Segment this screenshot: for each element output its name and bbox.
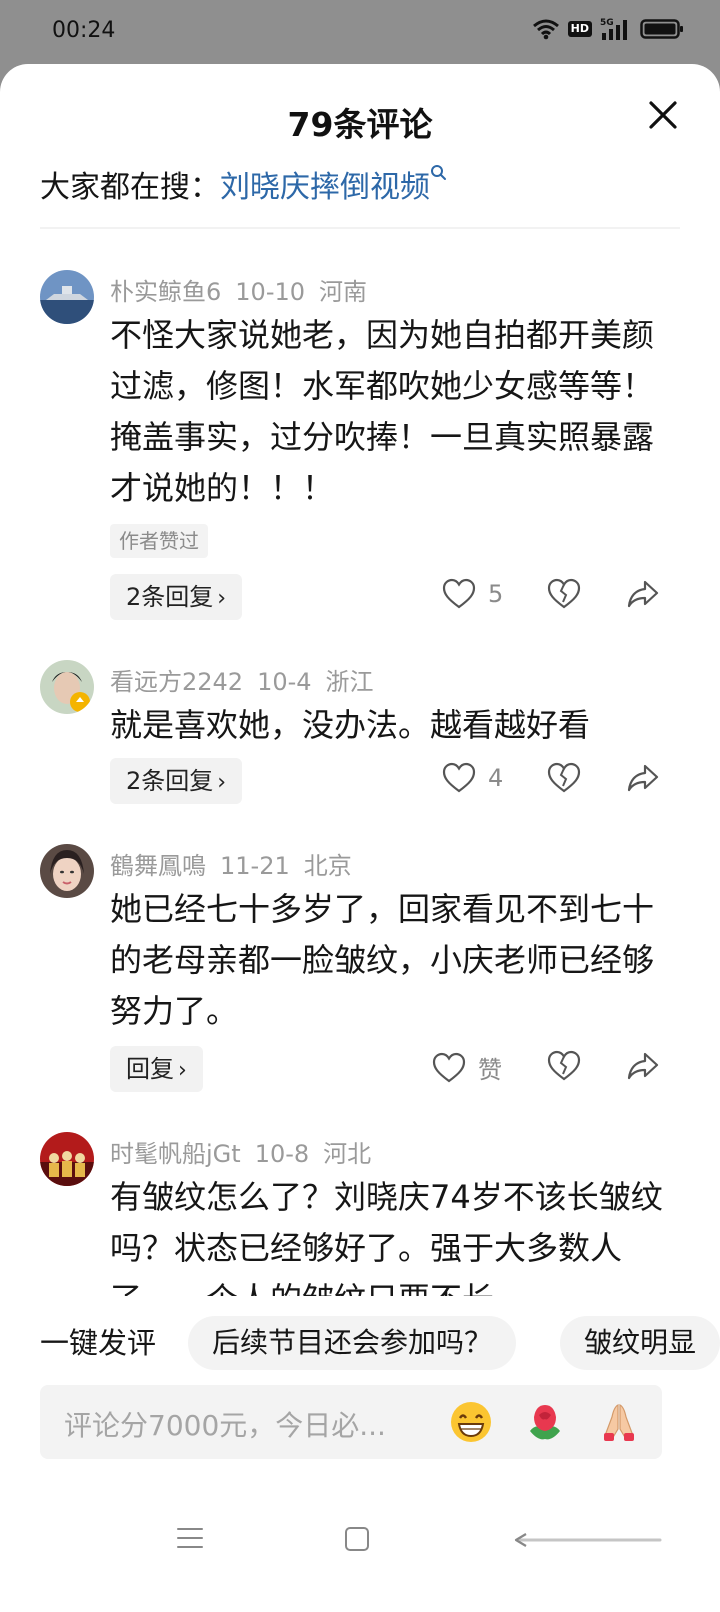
back-icon[interactable] — [512, 1530, 662, 1550]
status-time: 00:24 — [52, 18, 116, 43]
comment-username[interactable]: 朴实鲸鱼6 — [110, 278, 221, 306]
status-icons: HD 5G — [532, 17, 684, 41]
battery-icon — [640, 19, 683, 39]
search-suggestion-prefix: 大家都在搜： — [40, 170, 220, 205]
avatar[interactable] — [40, 660, 94, 714]
system-navigation-bar — [0, 1494, 720, 1612]
close-icon[interactable] — [646, 98, 680, 132]
comment-input-placeholder: 评论分7000元，今日必... — [64, 1409, 386, 1442]
like-count: 5 — [488, 580, 504, 608]
chevron-right-icon: › — [217, 586, 227, 611]
like-count: 4 — [488, 764, 504, 792]
search-suggestion-link[interactable]: 刘晓庆摔倒视频 — [220, 170, 430, 205]
comment-text: 有皱纹怎么了？刘晓庆74岁不该长皱纹吗？状态已经够好了。强于大多数人了，一个人的… — [110, 1178, 663, 1296]
comment-input[interactable]: 评论分7000元，今日必... — [40, 1385, 662, 1459]
wifi-icon — [532, 19, 559, 40]
heart-icon — [442, 578, 476, 609]
like-button[interactable]: 5 — [442, 578, 503, 610]
quick-comment-chip[interactable]: 皱纹明显 — [560, 1316, 720, 1370]
comment-location: 北京 — [303, 852, 352, 880]
hd-badge: HD — [567, 21, 592, 37]
comment-username[interactable]: 鶴舞鳳鳴 — [110, 852, 206, 880]
comment-date: 11-21 — [220, 852, 290, 880]
rose-emoji-icon[interactable] — [522, 1399, 568, 1445]
broken-heart-icon[interactable] — [547, 578, 581, 610]
author-liked-badge: 作者赞过 — [110, 524, 208, 558]
grin-emoji-icon[interactable] — [448, 1399, 494, 1445]
avatar[interactable] — [40, 270, 94, 324]
menu-icon[interactable] — [176, 1526, 204, 1550]
reply-label: 回复 — [126, 1055, 174, 1083]
comment-text: 就是喜欢她，没办法。越看越好看 — [110, 706, 591, 744]
comment-meta: 时髦帆船jGt 10-8 河北 — [110, 1134, 385, 1169]
share-icon[interactable] — [626, 578, 660, 610]
divider — [40, 227, 680, 229]
broken-heart-icon[interactable] — [547, 762, 581, 794]
comment-username[interactable]: 看远方2242 — [110, 668, 243, 696]
pray-emoji-icon[interactable] — [596, 1399, 642, 1445]
quick-comment-row: 一键发评 后续节目还会参加吗？ 皱纹明显 — [0, 1310, 720, 1372]
quick-comment-chip[interactable]: 后续节目还会参加吗？ — [188, 1316, 517, 1370]
like-button[interactable]: 4 — [442, 762, 503, 794]
avatar[interactable] — [40, 844, 94, 898]
comment-text: 不怪大家说她老，因为她自拍都开美颜过滤，修图！水军都吹她少女感等等！掩盖事实，过… — [110, 316, 655, 507]
comments-sheet: 79条评论 大家都在搜：刘晓庆摔倒视频 朴实鲸鱼6 10-10 河南 不怪大家说… — [0, 64, 720, 1612]
comment-list[interactable]: 朴实鲸鱼6 10-10 河南 不怪大家说她老，因为她自拍都开美颜过滤，修图！水军都吹… — [0, 264, 720, 1296]
comment-text: 她已经七十多岁了，回家看见不到七十的老母亲都一脸皱纹，小庆老师已经够努力了。 — [110, 890, 655, 1030]
comment-meta: 朴实鲸鱼6 10-10 河南 — [110, 272, 381, 307]
view-replies-button[interactable]: 2条回复 › — [110, 574, 243, 620]
home-icon[interactable] — [344, 1526, 370, 1552]
svg-text:5G: 5G — [600, 18, 614, 28]
comment-date: 10-4 — [257, 668, 312, 696]
reply-button[interactable]: 回复 › — [110, 1046, 203, 1092]
comment-username[interactable]: 时髦帆船jGt — [110, 1140, 241, 1168]
chevron-right-icon: › — [217, 770, 227, 795]
comment-date: 10-8 — [254, 1140, 310, 1168]
share-icon[interactable] — [626, 762, 660, 794]
status-bar: 00:24 HD 5G — [0, 0, 720, 64]
chevron-right-icon: › — [178, 1058, 187, 1083]
comment-location: 浙江 — [325, 668, 374, 696]
share-icon[interactable] — [626, 1050, 660, 1082]
search-icon[interactable] — [430, 164, 448, 182]
reply-label: 2条回复 — [126, 767, 214, 795]
avatar[interactable] — [40, 1132, 94, 1186]
comment-location: 河南 — [319, 278, 368, 306]
heart-icon — [442, 762, 476, 793]
search-suggestion: 大家都在搜：刘晓庆摔倒视频 — [40, 162, 448, 206]
like-count: 赞 — [478, 1056, 502, 1084]
heart-icon — [432, 1052, 466, 1082]
comment-date: 10-10 — [235, 278, 306, 306]
comment-meta: 看远方2242 10-4 浙江 — [110, 662, 388, 697]
quick-comment-label: 一键发评 — [40, 1326, 157, 1360]
signal-5g-icon: 5G — [600, 18, 627, 40]
comment-meta: 鶴舞鳳鳴 11-21 北京 — [110, 846, 366, 881]
broken-heart-icon[interactable] — [547, 1050, 581, 1082]
view-replies-button[interactable]: 2条回复 › — [110, 758, 243, 804]
like-button[interactable]: 赞 — [432, 1050, 502, 1085]
reply-label: 2条回复 — [126, 583, 214, 611]
comment-location: 河北 — [323, 1140, 372, 1168]
comments-title: 79条评论 — [287, 105, 433, 144]
